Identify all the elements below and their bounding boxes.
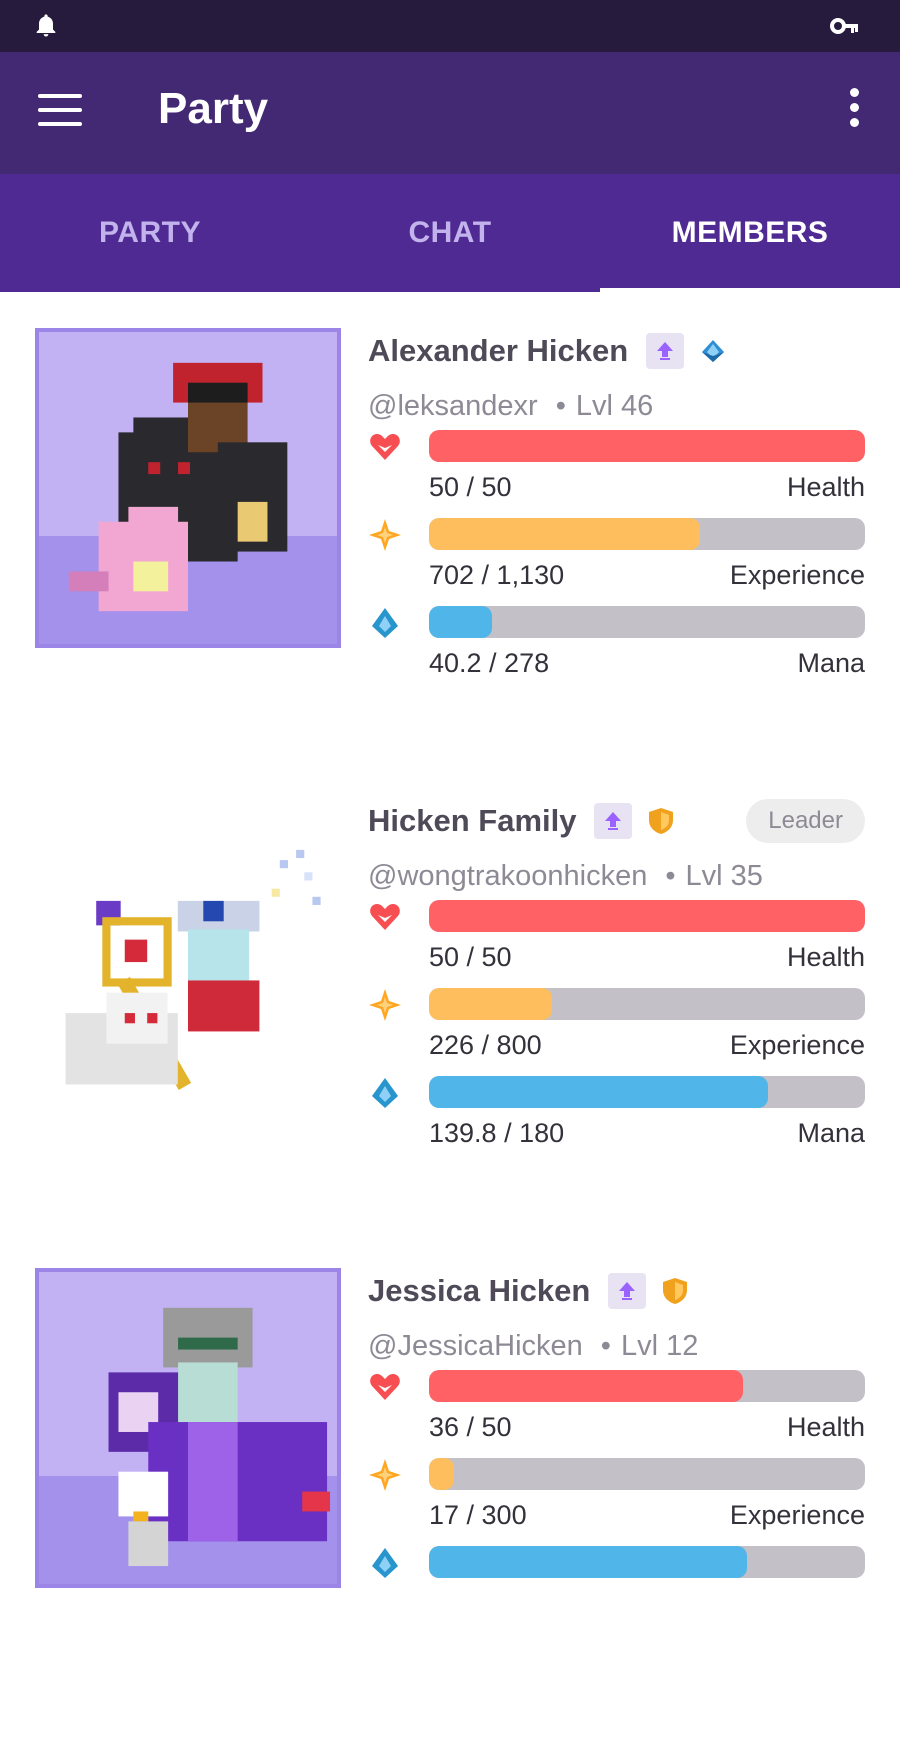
tab-chat[interactable]: CHAT — [300, 174, 600, 292]
heart-icon — [370, 1374, 400, 1400]
handle-row: @wongtrakoonhicken • Lvl 35 — [368, 860, 763, 892]
mana-value: 40.2 / 278 — [429, 648, 550, 678]
app-bar: Party — [0, 52, 900, 174]
health-stat: 50 / 50 Health — [368, 430, 865, 518]
mana-drop-icon — [372, 1078, 398, 1108]
member-card: Alexander Hicken @leksandexr • Lvl 46 50 /… — [0, 328, 900, 798]
member-info: Alexander Hicken @leksandexr • Lvl 46 50 /… — [368, 328, 865, 694]
handle-row: @JessicaHicken • Lvl 12 — [368, 1330, 699, 1362]
member-handle: @JessicaHicken — [368, 1330, 583, 1362]
avatar-sprite-image — [68, 362, 288, 612]
member-level: Lvl 46 — [575, 390, 654, 422]
tab-bar: PARTY CHAT MEMBERS — [0, 174, 900, 292]
experience-value: 17 / 300 — [429, 1500, 527, 1530]
key-icon — [830, 18, 858, 34]
tab-party[interactable]: PARTY — [0, 174, 300, 292]
health-label: Health — [786, 942, 865, 972]
health-bar-fill — [429, 1370, 743, 1402]
mana-stat: 139.8 / 180 Mana — [368, 1076, 865, 1164]
health-label: Health — [786, 1412, 865, 1442]
mana-stat: 40.2 / 278 Mana — [368, 606, 865, 694]
level-up-badge-icon — [594, 803, 633, 839]
experience-label: Experience — [729, 1030, 865, 1060]
health-bar — [429, 430, 865, 462]
health-bar-fill — [429, 900, 865, 932]
mana-bar — [429, 1076, 865, 1108]
health-label: Health — [786, 472, 865, 502]
more-options-icon[interactable] — [848, 88, 860, 138]
menu-icon[interactable] — [38, 94, 82, 130]
member-name[interactable]: Alexander Hicken — [368, 333, 628, 369]
experience-stat: 702 / 1,130 Experience — [368, 518, 865, 606]
heart-icon — [370, 904, 400, 930]
experience-bar — [429, 518, 865, 550]
healer-shield-icon — [663, 1278, 688, 1304]
member-handle: @wongtrakoonhicken — [368, 860, 648, 892]
member-level: Lvl 12 — [620, 1330, 699, 1362]
mana-value: 139.8 / 180 — [429, 1118, 565, 1148]
status-bar — [0, 0, 900, 52]
mana-bar — [429, 606, 865, 638]
mage-crystal-icon — [702, 340, 725, 362]
star-icon — [369, 989, 401, 1021]
experience-value: 702 / 1,130 — [429, 560, 565, 590]
mana-drop-icon — [372, 608, 398, 638]
health-value: 50 / 50 — [429, 472, 512, 502]
avatar-sprite-image — [65, 849, 321, 1091]
healer-shield-icon — [649, 808, 674, 834]
mana-bar — [429, 1546, 865, 1578]
member-avatar[interactable] — [35, 1268, 341, 1588]
level-up-badge-icon — [646, 333, 685, 369]
experience-bar-fill — [429, 518, 700, 550]
member-handle: @leksandexr — [368, 390, 538, 422]
member-card: Jessica Hicken @JessicaHicken • Lvl 12 36 … — [0, 1268, 900, 1738]
mana-stat — [368, 1546, 865, 1634]
health-stat: 50 / 50 Health — [368, 900, 865, 988]
star-icon — [369, 519, 401, 551]
health-bar-fill — [429, 430, 865, 462]
level-up-badge-icon — [608, 1273, 647, 1309]
mana-label: Mana — [797, 648, 865, 678]
member-list: Alexander Hicken @leksandexr • Lvl 46 50 /… — [0, 292, 900, 1738]
experience-label: Experience — [729, 560, 865, 590]
notification-bell-icon[interactable] — [32, 12, 60, 40]
member-info: Hicken Family Leader @wongtrakoonhicken •… — [368, 798, 865, 1164]
avatar-sprite-image — [108, 1307, 331, 1567]
mana-label: Mana — [797, 1118, 865, 1148]
experience-bar — [429, 988, 865, 1020]
experience-bar-fill — [429, 1458, 454, 1490]
member-info: Jessica Hicken @JessicaHicken • Lvl 12 36 … — [368, 1268, 865, 1634]
leader-badge: Leader — [746, 799, 865, 843]
page-title: Party — [158, 84, 269, 133]
member-level: Lvl 35 — [685, 860, 763, 892]
experience-value: 226 / 800 — [429, 1030, 542, 1060]
experience-bar — [429, 1458, 865, 1490]
health-value: 50 / 50 — [429, 942, 512, 972]
mana-drop-icon — [372, 1548, 398, 1578]
health-bar — [429, 1370, 865, 1402]
member-avatar[interactable] — [35, 328, 341, 648]
member-name[interactable]: Jessica Hicken — [368, 1273, 590, 1309]
experience-stat: 17 / 300 Experience — [368, 1458, 865, 1546]
member-card: Hicken Family Leader @wongtrakoonhicken •… — [0, 798, 900, 1268]
health-value: 36 / 50 — [429, 1412, 512, 1442]
experience-label: Experience — [729, 1500, 865, 1530]
star-icon — [369, 1459, 401, 1491]
mana-bar-fill — [429, 1076, 768, 1108]
member-name[interactable]: Hicken Family — [368, 803, 576, 839]
experience-bar-fill — [429, 988, 553, 1020]
mana-bar-fill — [429, 1546, 748, 1578]
health-bar — [429, 900, 865, 932]
mana-bar-fill — [429, 606, 493, 638]
member-avatar[interactable] — [35, 798, 341, 1118]
heart-icon — [370, 434, 400, 460]
health-stat: 36 / 50 Health — [368, 1370, 865, 1458]
tab-members[interactable]: MEMBERS — [600, 174, 900, 292]
experience-stat: 226 / 800 Experience — [368, 988, 865, 1076]
handle-row: @leksandexr • Lvl 46 — [368, 390, 654, 422]
